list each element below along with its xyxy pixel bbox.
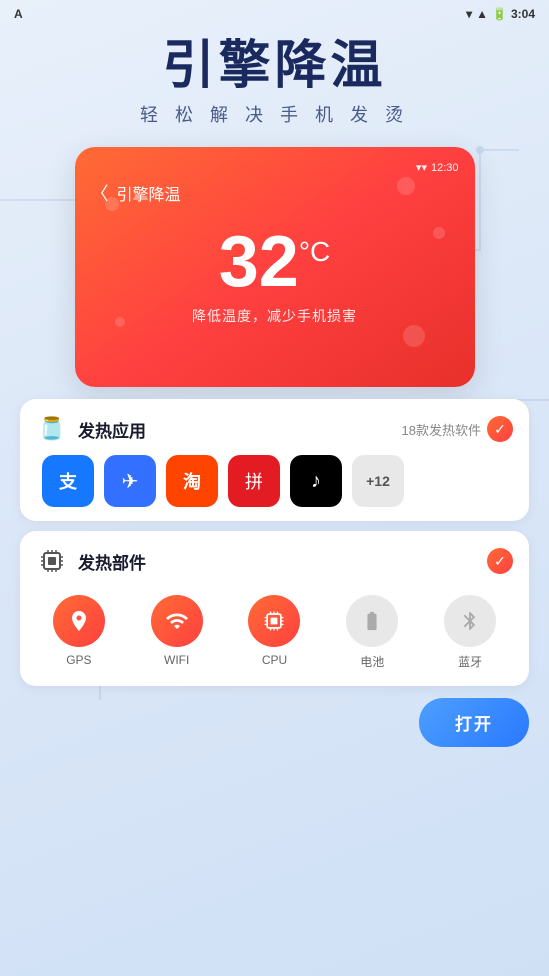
battery-icon-circle (346, 595, 398, 647)
phone-temp-description: 降低温度，减少手机损害 (91, 306, 459, 326)
app-icon-pinduoduo[interactable]: 拼 (228, 455, 280, 507)
app-icons-row: 支 ✈ 淘 拼 ♪ +12 (36, 455, 513, 507)
status-right: ▾ ▲ 🔋 3:04 (466, 7, 535, 21)
bubble-2 (433, 227, 445, 239)
battery-icon: 🔋 (492, 7, 507, 21)
component-bluetooth[interactable]: 蓝牙 (444, 595, 496, 670)
cpu-icon (262, 609, 286, 633)
phone-temp-unit: °C (299, 236, 330, 267)
app-icon-taobao[interactable]: 淘 (166, 455, 218, 507)
app-icon-alipay[interactable]: 支 (42, 455, 94, 507)
wifi-icon (165, 609, 189, 633)
open-button-container: 打开 (20, 686, 529, 747)
phone-signal-icon: ▾▾ (416, 161, 427, 174)
main-content: 引擎降温 轻 松 解 决 手 机 发 烫 ▾▾ 12:30 〈 引擎降温 32°… (0, 38, 549, 747)
wifi-icon-circle (151, 595, 203, 647)
heating-apps-header[interactable]: 🫙 发热应用 18款发热软件 ✓ (36, 413, 513, 445)
bubble-5 (115, 317, 125, 327)
component-cpu[interactable]: CPU (248, 595, 300, 670)
battery-icon (361, 610, 383, 632)
phone-temperature-value: 32°C (219, 222, 331, 302)
heating-apps-card: 🫙 发热应用 18款发热软件 ✓ 支 ✈ 淘 拼 (20, 399, 529, 521)
wifi-signal-icon: ▾ (466, 7, 472, 21)
heating-apps-count: 18款发热软件 (402, 420, 481, 439)
bluetooth-icon-circle (444, 595, 496, 647)
phone-screen: ▾▾ 12:30 〈 引擎降温 32°C 降低温度，减少手机损害 (75, 147, 475, 387)
phone-header-title: 引擎降温 (117, 181, 181, 205)
gps-icon (67, 609, 91, 633)
hero-section: 引擎降温 轻 松 解 决 手 机 发 烫 (20, 38, 529, 127)
component-battery[interactable]: 电池 (346, 595, 398, 670)
taobao-icon-label: 淘 (183, 468, 201, 494)
phone-time: 12:30 (431, 162, 459, 174)
app-icon-feishu[interactable]: ✈ (104, 455, 156, 507)
hero-main-title: 引擎降温 (20, 38, 529, 95)
alipay-icon-label: 支 (59, 468, 77, 494)
components-icon (36, 545, 68, 577)
component-wifi[interactable]: WIFI (151, 595, 203, 670)
status-bar: A ▾ ▲ 🔋 3:04 (0, 0, 549, 28)
pinduoduo-icon-label: 拼 (245, 468, 263, 494)
heating-apps-check[interactable]: ✓ (487, 416, 513, 442)
component-gps[interactable]: GPS (53, 595, 105, 670)
components-header[interactable]: 发热部件 ✓ (20, 531, 529, 587)
data-signal-icon: ▲ (476, 7, 488, 21)
app-icon-more[interactable]: +12 (352, 455, 404, 507)
phone-temperature-display: 32°C 降低温度，减少手机损害 (91, 226, 459, 326)
bubble-4 (105, 197, 119, 211)
cpu-label: CPU (262, 653, 287, 667)
battery-label: 电池 (360, 653, 384, 670)
time-display: 3:04 (511, 7, 535, 21)
gps-label: GPS (66, 653, 91, 667)
cpu-component-icon (38, 547, 66, 575)
gps-icon-circle (53, 595, 105, 647)
bubble-1 (397, 177, 415, 195)
app-name-label: A (14, 7, 23, 21)
heating-apps-header-left: 🫙 发热应用 (36, 413, 146, 445)
app-icon-tiktok[interactable]: ♪ (290, 455, 342, 507)
thermometer-icon: 🫙 (36, 413, 68, 445)
heating-apps-title: 发热应用 (78, 417, 146, 442)
phone-status-bar: ▾▾ 12:30 (91, 161, 459, 174)
tiktok-icon-label: ♪ (311, 470, 321, 493)
phone-mockup: ▾▾ 12:30 〈 引擎降温 32°C 降低温度，减少手机损害 (75, 147, 475, 387)
heating-components-card: 发热部件 ✓ GPS WIFI (20, 531, 529, 686)
components-check[interactable]: ✓ (487, 548, 513, 574)
bluetooth-label: 蓝牙 (458, 653, 482, 670)
open-button[interactable]: 打开 (419, 698, 529, 747)
wifi-label: WIFI (164, 653, 189, 667)
bubble-3 (403, 325, 425, 347)
feishu-icon-label: ✈ (122, 469, 139, 494)
hero-subtitle: 轻 松 解 决 手 机 发 烫 (20, 101, 529, 127)
heating-apps-badge: 18款发热软件 ✓ (402, 416, 513, 442)
more-count-label: +12 (366, 473, 390, 489)
cpu-icon-circle (248, 595, 300, 647)
components-header-left: 发热部件 (36, 545, 146, 577)
bluetooth-icon (459, 610, 481, 632)
components-icons-row: GPS WIFI (20, 587, 529, 686)
components-title: 发热部件 (78, 549, 146, 574)
